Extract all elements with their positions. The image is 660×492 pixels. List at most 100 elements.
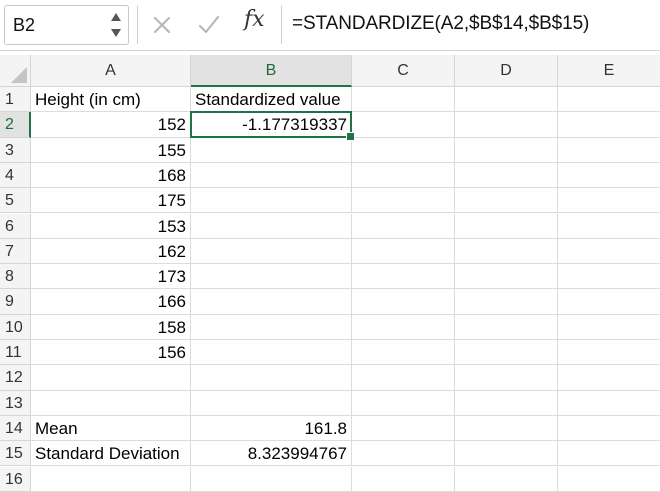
cell-c12[interactable] bbox=[352, 365, 455, 391]
cell-e2[interactable] bbox=[558, 112, 660, 138]
cell-c1[interactable] bbox=[352, 87, 455, 113]
cell-b11[interactable] bbox=[191, 340, 352, 366]
cell-e10[interactable] bbox=[558, 315, 660, 340]
cell-a7[interactable]: 162 bbox=[31, 238, 191, 265]
cell-b16[interactable] bbox=[191, 466, 352, 492]
cell-b6[interactable] bbox=[191, 213, 352, 239]
cell-e4[interactable] bbox=[558, 163, 660, 189]
row-header-2[interactable]: 2 bbox=[0, 112, 31, 138]
cell-b9[interactable] bbox=[191, 289, 352, 315]
cell-b13[interactable] bbox=[191, 390, 352, 416]
cell-b10[interactable] bbox=[191, 314, 352, 340]
cell-e15[interactable] bbox=[558, 441, 660, 467]
row-header-8[interactable]: 8 bbox=[0, 264, 31, 290]
cell-a14[interactable]: Mean bbox=[31, 415, 191, 442]
row-header-13[interactable]: 13 bbox=[0, 390, 31, 416]
cell-a4[interactable]: 168 bbox=[31, 162, 191, 189]
cell-a10[interactable]: 158 bbox=[31, 314, 191, 340]
cell-a6[interactable]: 153 bbox=[31, 213, 191, 239]
cell-b8[interactable] bbox=[191, 264, 352, 290]
cell-e11[interactable] bbox=[558, 340, 660, 366]
cell-d3[interactable] bbox=[455, 137, 558, 163]
checkmark-icon[interactable] bbox=[196, 12, 222, 38]
column-header-d[interactable]: D bbox=[455, 55, 558, 87]
cell-b12[interactable] bbox=[191, 365, 352, 391]
row-header-10[interactable]: 10 bbox=[0, 314, 31, 340]
cell-a11[interactable]: 156 bbox=[31, 340, 191, 366]
cell-c4[interactable] bbox=[352, 162, 455, 189]
insert-function-button[interactable]: fx bbox=[244, 7, 265, 32]
cell-e12[interactable] bbox=[558, 365, 660, 391]
cell-d13[interactable] bbox=[455, 390, 558, 416]
cell-c9[interactable] bbox=[352, 289, 455, 315]
cell-c10[interactable] bbox=[352, 314, 455, 340]
cell-b3[interactable] bbox=[191, 137, 352, 163]
row-header-12[interactable]: 12 bbox=[0, 365, 31, 391]
cell-e16[interactable] bbox=[558, 467, 660, 492]
cell-c8[interactable] bbox=[352, 264, 455, 290]
formula-input[interactable]: =STANDARDIZE(A2,$B$14,$B$15) bbox=[292, 13, 589, 35]
cell-a3[interactable]: 155 bbox=[31, 137, 191, 163]
cell-c3[interactable] bbox=[352, 137, 455, 163]
cell-e1[interactable] bbox=[558, 87, 660, 113]
row-header-5[interactable]: 5 bbox=[0, 188, 31, 214]
column-header-c[interactable]: C bbox=[352, 55, 455, 87]
column-header-e[interactable]: E bbox=[558, 55, 660, 87]
cell-b4[interactable] bbox=[191, 162, 352, 189]
cell-a8[interactable]: 173 bbox=[31, 264, 191, 290]
row-header-3[interactable]: 3 bbox=[0, 137, 31, 163]
cell-c14[interactable] bbox=[352, 415, 455, 442]
cell-c11[interactable] bbox=[352, 340, 455, 366]
cell-a5[interactable]: 175 bbox=[31, 188, 191, 214]
cell-b15[interactable]: 8.323994767 bbox=[191, 441, 352, 467]
row-header-4[interactable]: 4 bbox=[0, 162, 31, 189]
cell-c2[interactable] bbox=[352, 112, 455, 138]
cell-b7[interactable] bbox=[191, 238, 352, 265]
name-box-value[interactable]: B2 bbox=[13, 15, 35, 36]
column-header-b[interactable]: B bbox=[191, 55, 352, 87]
cell-a2[interactable]: 152 bbox=[31, 112, 191, 138]
row-header-7[interactable]: 7 bbox=[0, 238, 31, 265]
cell-a15[interactable]: Standard Deviation bbox=[31, 441, 191, 467]
row-header-6[interactable]: 6 bbox=[0, 213, 31, 239]
row-header-9[interactable]: 9 bbox=[0, 289, 31, 315]
cell-e9[interactable] bbox=[558, 289, 660, 315]
cell-d6[interactable] bbox=[455, 213, 558, 239]
cell-d9[interactable] bbox=[455, 289, 558, 315]
cell-e14[interactable] bbox=[558, 416, 660, 442]
cell-d1[interactable] bbox=[455, 87, 558, 113]
cell-e13[interactable] bbox=[558, 391, 660, 416]
cell-e5[interactable] bbox=[558, 188, 660, 214]
cell-c16[interactable] bbox=[352, 466, 455, 492]
cell-d12[interactable] bbox=[455, 365, 558, 391]
stepper-arrows-icon[interactable] bbox=[110, 9, 122, 41]
cell-d14[interactable] bbox=[455, 415, 558, 442]
cell-a16[interactable] bbox=[31, 466, 191, 492]
cell-c7[interactable] bbox=[352, 238, 455, 265]
cell-e3[interactable] bbox=[558, 138, 660, 163]
fill-handle[interactable] bbox=[346, 131, 355, 141]
cell-b5[interactable] bbox=[191, 188, 352, 214]
cell-c6[interactable] bbox=[352, 213, 455, 239]
cell-d16[interactable] bbox=[455, 466, 558, 492]
cell-e7[interactable] bbox=[558, 239, 660, 265]
select-all-button[interactable] bbox=[0, 55, 31, 87]
column-header-a[interactable]: A bbox=[31, 55, 191, 87]
cell-d8[interactable] bbox=[455, 264, 558, 290]
cell-c15[interactable] bbox=[352, 441, 455, 467]
close-x-icon[interactable] bbox=[149, 12, 175, 38]
cell-d5[interactable] bbox=[455, 188, 558, 214]
cell-d2[interactable] bbox=[455, 112, 558, 138]
cell-a1[interactable]: Height (in cm) bbox=[31, 87, 191, 113]
row-header-16[interactable]: 16 bbox=[0, 466, 31, 492]
cell-e8[interactable] bbox=[558, 264, 660, 290]
cell-e6[interactable] bbox=[558, 214, 660, 239]
cell-d4[interactable] bbox=[455, 162, 558, 189]
cell-a12[interactable] bbox=[31, 365, 191, 391]
row-header-14[interactable]: 14 bbox=[0, 415, 31, 442]
cell-d7[interactable] bbox=[455, 238, 558, 265]
cell-a9[interactable]: 166 bbox=[31, 289, 191, 315]
cell-b14[interactable]: 161.8 bbox=[191, 415, 352, 442]
row-header-15[interactable]: 15 bbox=[0, 441, 31, 467]
cell-b1[interactable]: Standardized value bbox=[191, 87, 352, 113]
